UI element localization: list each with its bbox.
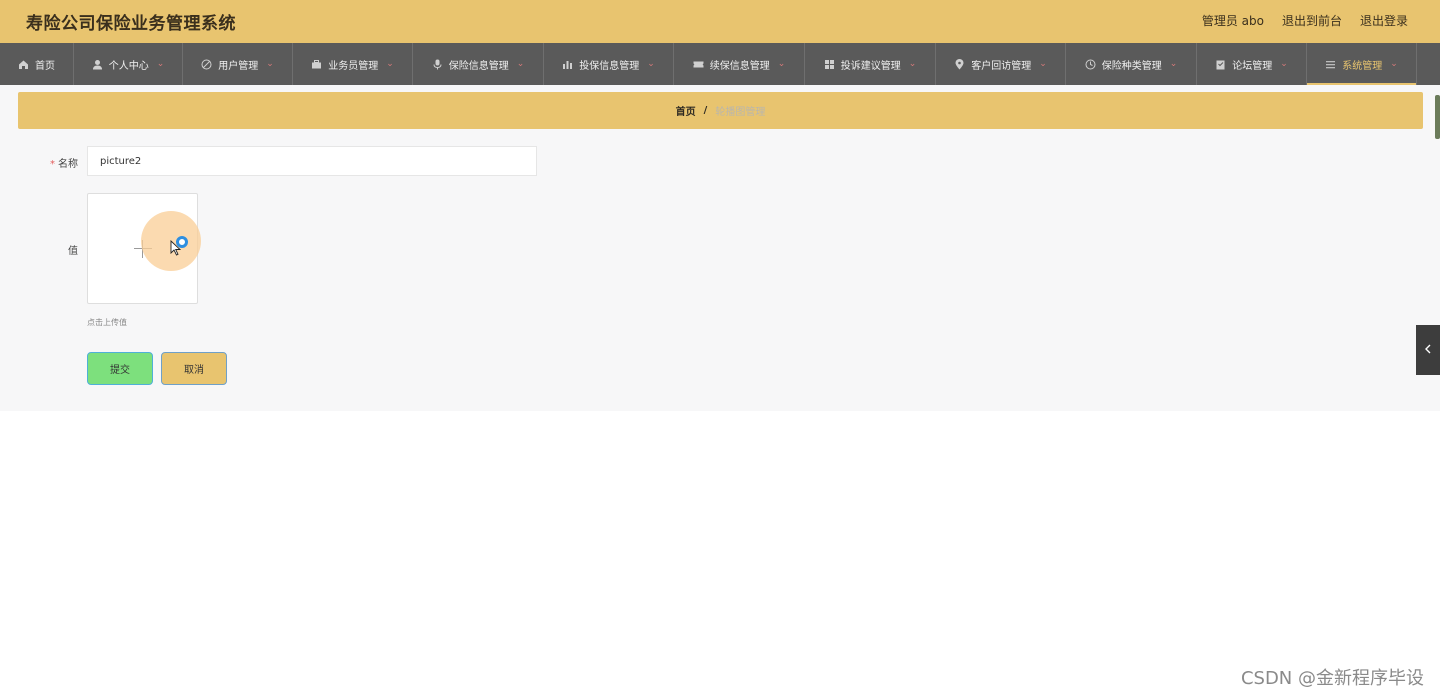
app-title: 寿险公司保险业务管理系统	[26, 14, 236, 34]
upload-hint: 点击上传值	[87, 318, 127, 327]
nav-item-user-management[interactable]: 用户管理 ⌄	[183, 43, 293, 85]
chevron-down-icon: ⌄	[1039, 59, 1047, 69]
nav-item-insurance-types[interactable]: 保险种类管理 ⌄	[1066, 43, 1197, 85]
nav-item-insurance-info[interactable]: 保险信息管理 ⌄	[413, 43, 544, 85]
chevron-down-icon: ⌄	[1390, 59, 1398, 69]
chevron-down-icon: ⌄	[516, 59, 525, 69]
nav-item-policy-info[interactable]: 投保信息管理 ⌄	[544, 43, 674, 85]
nav-item-agent-management[interactable]: 业务员管理 ⌄	[293, 43, 413, 85]
breadcrumb-separator: /	[703, 105, 708, 116]
nav-item-home[interactable]: 首页	[0, 43, 74, 85]
value-label: 值	[68, 246, 78, 257]
briefcase-icon	[311, 59, 322, 70]
list-icon	[1325, 59, 1336, 70]
bar-chart-icon	[562, 59, 573, 70]
microphone-icon	[432, 59, 443, 70]
chevron-down-icon: ⌄	[1280, 59, 1288, 69]
main-nav: 首页 个人中心 ⌄ 用户管理 ⌄ 业务员管理 ⌄ 保险信息管理 ⌄ 投保信息管理…	[0, 43, 1440, 85]
grid-icon	[824, 59, 835, 70]
breadcrumb-current: 轮播图管理	[715, 107, 766, 118]
scrollbar-thumb[interactable]	[1435, 95, 1440, 139]
image-upload-box[interactable]	[87, 193, 201, 304]
click-indicator-icon	[176, 236, 188, 248]
watermark: CSDN @金新程序毕设	[1240, 668, 1424, 689]
compass-icon	[201, 59, 212, 70]
top-header: 寿险公司保险业务管理系统 管理员 abo 退出到前台 退出登录	[0, 0, 1440, 43]
chevron-down-icon: ⌄	[647, 59, 655, 69]
home-icon	[18, 59, 29, 70]
submit-button[interactable]: 提交	[87, 352, 153, 385]
nav-item-system-management[interactable]: 系统管理 ⌄	[1307, 43, 1417, 85]
main-content: 首页 / 轮播图管理 *名称 值 点击上传值 提交 取消	[0, 85, 1440, 411]
breadcrumb-home[interactable]: 首页	[676, 103, 696, 118]
chevron-down-icon: ⌄	[266, 59, 274, 69]
name-input[interactable]	[87, 146, 537, 176]
chevron-down-icon: ⌄	[908, 59, 917, 69]
user-icon	[92, 59, 103, 70]
location-icon	[954, 58, 965, 70]
required-mark: *	[50, 159, 55, 170]
exit-to-front-link[interactable]: 退出到前台	[1282, 12, 1342, 29]
header-actions: 管理员 abo 退出到前台 退出登录	[1202, 12, 1408, 29]
logout-link[interactable]: 退出登录	[1360, 12, 1408, 29]
breadcrumb: 首页 / 轮播图管理	[18, 92, 1423, 129]
nav-item-personal-center[interactable]: 个人中心 ⌄	[74, 43, 183, 85]
chevron-down-icon: ⌄	[156, 59, 165, 69]
chevron-down-icon: ⌄	[1169, 59, 1178, 69]
chevron-down-icon: ⌄	[386, 59, 394, 69]
clock-icon	[1085, 59, 1096, 70]
clipboard-icon	[1215, 59, 1226, 70]
nav-item-forum[interactable]: 论坛管理 ⌄	[1197, 43, 1307, 85]
cancel-button[interactable]: 取消	[161, 352, 227, 385]
ticket-icon	[693, 59, 704, 70]
name-label: * 名称	[50, 159, 78, 170]
collapse-panel-button[interactable]	[1416, 325, 1440, 375]
chevron-left-icon	[1424, 343, 1432, 357]
current-user: 管理员 abo	[1201, 14, 1264, 28]
nav-item-renewal-info[interactable]: 续保信息管理 ⌄	[674, 43, 805, 85]
chevron-down-icon: ⌄	[777, 59, 786, 69]
nav-item-complaints[interactable]: 投诉建议管理 ⌄	[805, 43, 936, 85]
nav-item-customer-visits[interactable]: 客户回访管理 ⌄	[936, 43, 1066, 85]
